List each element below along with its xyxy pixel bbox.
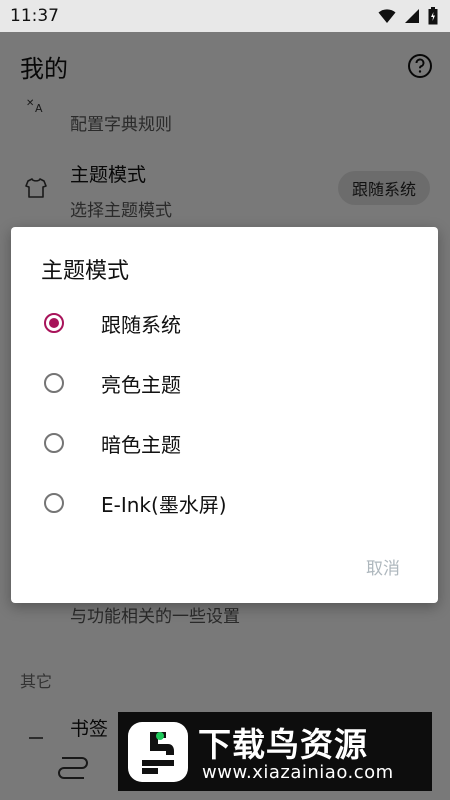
wifi-icon — [378, 9, 396, 23]
dialog-title: 主题模式 — [41, 259, 130, 284]
signal-icon — [405, 9, 419, 23]
bird-logo-icon — [128, 722, 188, 782]
radio-unchecked-icon[interactable] — [44, 373, 64, 393]
watermark: 下载鸟资源 www.xiazainiao.com — [118, 712, 432, 791]
status-time: 11:37 — [10, 6, 59, 26]
option-label: 跟随系统 — [101, 312, 181, 337]
battery-icon — [428, 7, 438, 25]
option-label: 暗色主题 — [101, 432, 181, 457]
theme-mode-dialog: 主题模式 跟随系统 亮色主题 暗色主题 E-Ink(墨水屏) 取消 — [11, 227, 438, 603]
option-label: 亮色主题 — [101, 372, 181, 397]
radio-checked-icon[interactable] — [44, 313, 64, 333]
status-bar: 11:37 — [0, 0, 450, 32]
option-eink[interactable]: E-Ink(墨水屏) — [11, 473, 438, 533]
option-follow-system[interactable]: 跟随系统 — [11, 293, 438, 353]
option-label: E-Ink(墨水屏) — [101, 492, 227, 517]
cancel-button[interactable]: 取消 — [366, 554, 400, 579]
option-light-theme[interactable]: 亮色主题 — [11, 353, 438, 413]
radio-unchecked-icon[interactable] — [44, 493, 64, 513]
watermark-name: 下载鸟资源 — [198, 725, 368, 764]
watermark-url: www.xiazainiao.com — [202, 762, 394, 783]
status-icons — [378, 7, 438, 25]
radio-unchecked-icon[interactable] — [44, 433, 64, 453]
option-dark-theme[interactable]: 暗色主题 — [11, 413, 438, 473]
